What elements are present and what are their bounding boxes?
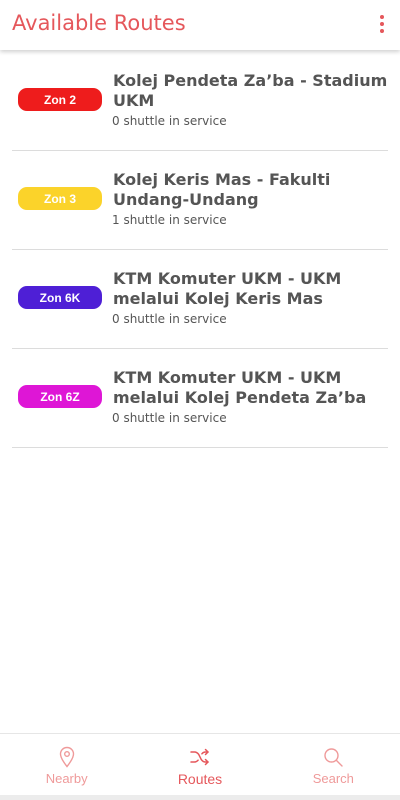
bottom-navigation: Nearby Routes Search	[0, 733, 400, 800]
nav-item-nearby[interactable]: Nearby	[0, 734, 133, 800]
route-status: 1 shuttle in service	[112, 213, 227, 227]
route-name: Kolej Pendeta Za’ba - Stadium UKM	[113, 71, 388, 110]
dot	[380, 15, 384, 19]
nav-label-search: Search	[312, 771, 354, 786]
route-status: 0 shuttle in service	[112, 411, 227, 425]
route-list-item[interactable]: Zon 3 Kolej Keris Mas - Fakulti Undang-U…	[12, 151, 388, 250]
route-list-item[interactable]: Zon 6K KTM Komuter UKM - UKM melalui Kol…	[12, 250, 388, 349]
nav-item-search[interactable]: Search	[267, 734, 400, 800]
app-bar: Available Routes	[0, 0, 400, 50]
search-icon	[324, 748, 344, 767]
route-list: Zon 2 Kolej Pendeta Za’ba - Stadium UKM …	[0, 52, 400, 448]
location-pin-icon	[59, 746, 74, 768]
more-vert-icon[interactable]	[372, 12, 392, 36]
dot	[380, 29, 384, 33]
route-list-item[interactable]: Zon 2 Kolej Pendeta Za’ba - Stadium UKM …	[12, 52, 388, 151]
zone-badge: Zon 6K	[18, 286, 102, 309]
route-name: KTM Komuter UKM - UKM melalui Kolej Keri…	[113, 269, 342, 308]
zone-badge: Zon 3	[18, 187, 102, 210]
nav-label-routes: Routes	[177, 771, 223, 787]
page-title: Available Routes	[12, 11, 186, 35]
dot	[380, 22, 384, 26]
nav-label-nearby: Nearby	[45, 771, 88, 786]
route-name: KTM Komuter UKM - UKM melalui Kolej Pend…	[113, 368, 367, 407]
zone-badge: Zon 2	[18, 88, 102, 111]
zone-badge: Zon 6Z	[18, 385, 102, 408]
nav-item-routes[interactable]: Routes	[133, 734, 266, 800]
route-status: 0 shuttle in service	[112, 114, 227, 128]
route-list-item[interactable]: Zon 6Z KTM Komuter UKM - UKM melalui Kol…	[12, 349, 388, 448]
route-name: Kolej Keris Mas - Fakulti Undang-Undang	[113, 170, 331, 209]
shuffle-icon	[190, 748, 209, 766]
route-status: 0 shuttle in service	[112, 312, 227, 326]
